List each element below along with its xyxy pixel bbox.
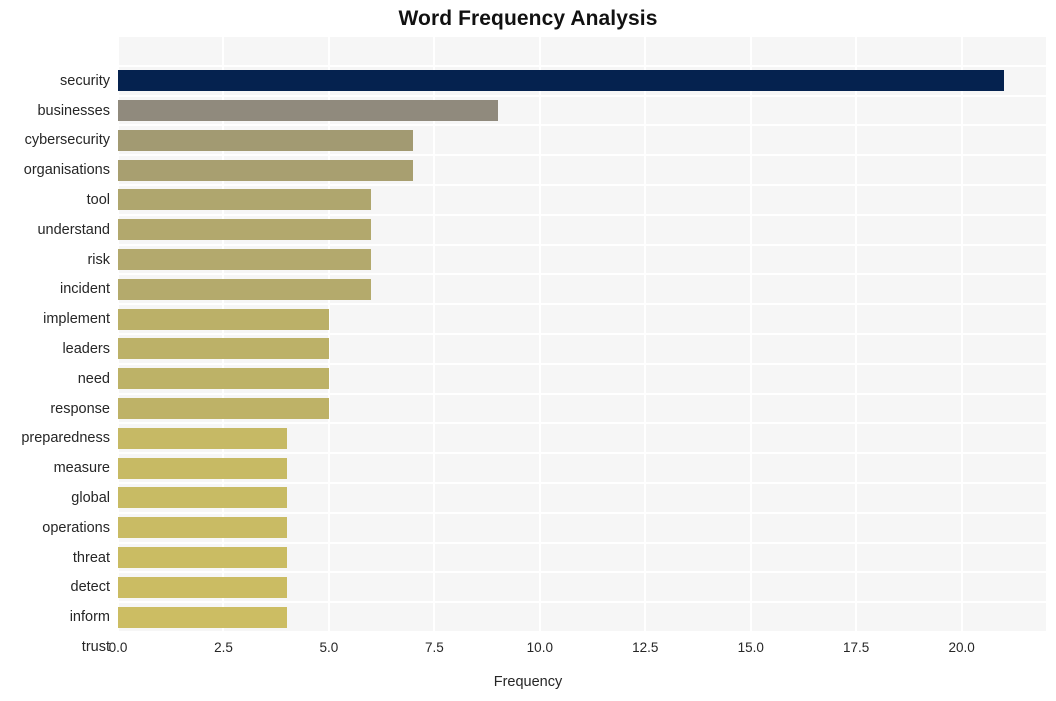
gridline-horizontal	[118, 273, 1046, 276]
bar-leaders	[118, 338, 329, 360]
gridline-horizontal	[118, 362, 1046, 365]
x-tick-7.5: 7.5	[424, 640, 444, 655]
gridline-horizontal	[118, 36, 1046, 37]
gridline-horizontal	[118, 482, 1046, 484]
x-tick-2.5: 2.5	[214, 640, 233, 655]
gridline-horizontal	[118, 571, 1046, 574]
plot-area	[118, 36, 1046, 632]
gridline-horizontal	[118, 243, 1046, 246]
y-axis-label-operations: operations	[42, 519, 110, 536]
bar-global	[118, 487, 287, 509]
bar-implement	[118, 308, 329, 330]
y-axis-labels: security businesses cybersecurity organisat…	[0, 36, 111, 655]
y-axis-label-leaders: leaders	[62, 340, 110, 357]
word-frequency-chart: Word Frequency Analysis security business…	[0, 0, 1056, 701]
x-tick-17.5: 17.5	[843, 640, 870, 655]
y-axis-label-security: security	[60, 72, 110, 89]
bar-operations	[118, 517, 287, 539]
bar-threat	[118, 547, 287, 568]
x-tick-5.0: 5.0	[319, 640, 339, 655]
y-axis-label-threat: threat	[72, 549, 110, 566]
x-tick-10.0: 10.0	[526, 640, 553, 655]
y-axis-label-tool: tool	[86, 191, 110, 208]
gridline-horizontal	[118, 631, 1046, 632]
bar-need	[118, 368, 329, 390]
bar-cybersecurity	[118, 129, 414, 151]
y-axis-label-inform: inform	[69, 609, 110, 626]
y-axis-label-incident: incident	[60, 281, 110, 298]
gridline-horizontal	[118, 452, 1046, 455]
bar-security	[118, 70, 1004, 92]
bar-detect	[118, 576, 287, 598]
gridline-horizontal	[118, 184, 1046, 186]
gridline-horizontal	[118, 422, 1046, 425]
gridline-horizontal	[118, 64, 1046, 67]
y-axis-label-response: response	[50, 400, 110, 417]
x-tick-15.0: 15.0	[737, 640, 764, 655]
y-axis-label-risk: risk	[87, 251, 110, 268]
y-axis-label-detect: detect	[70, 579, 111, 596]
bar-understand	[118, 219, 372, 241]
bar-incident	[118, 278, 372, 300]
bar-tool	[118, 189, 372, 211]
gridline-horizontal	[118, 333, 1046, 335]
x-axis-title: Frequency	[493, 674, 563, 690]
y-axis-label-need: need	[77, 370, 110, 387]
y-axis-label-understand: understand	[37, 221, 110, 238]
bar-inform	[118, 606, 287, 628]
y-axis-label-implement: implement	[43, 311, 110, 328]
gridline-horizontal	[118, 392, 1046, 395]
gridline-horizontal	[118, 511, 1046, 514]
y-axis-label-global: global	[71, 489, 110, 506]
bar-organisations	[118, 159, 414, 181]
x-axis-tick-labels: 0.0 2.5 5.0 7.5 10.0 12.5 15.0 17.5 20.0	[0, 640, 1056, 664]
gridline-horizontal	[118, 154, 1046, 157]
bar-risk	[118, 249, 372, 270]
bar-businesses	[118, 100, 498, 121]
y-axis-label-organisations: organisations	[23, 162, 110, 179]
gridline-horizontal	[118, 601, 1046, 604]
gridline-horizontal	[118, 124, 1046, 127]
bar-response	[118, 398, 329, 419]
x-tick-0.0: 0.0	[108, 640, 128, 655]
x-tick-12.5: 12.5	[632, 640, 659, 655]
gridline-horizontal	[118, 94, 1046, 97]
chart-title: Word Frequency Analysis	[398, 7, 658, 30]
x-tick-20.0: 20.0	[948, 640, 975, 655]
bar-preparedness	[118, 427, 287, 449]
y-axis-label-cybersecurity: cybersecurity	[24, 132, 110, 149]
bar-measure	[118, 457, 287, 479]
y-axis-label-businesses: businesses	[37, 102, 110, 119]
gridline-horizontal	[118, 213, 1046, 216]
gridline-horizontal	[118, 541, 1046, 544]
y-axis-label-measure: measure	[53, 460, 110, 477]
gridline-horizontal	[118, 303, 1046, 306]
y-axis-label-preparedness: preparedness	[21, 430, 110, 447]
